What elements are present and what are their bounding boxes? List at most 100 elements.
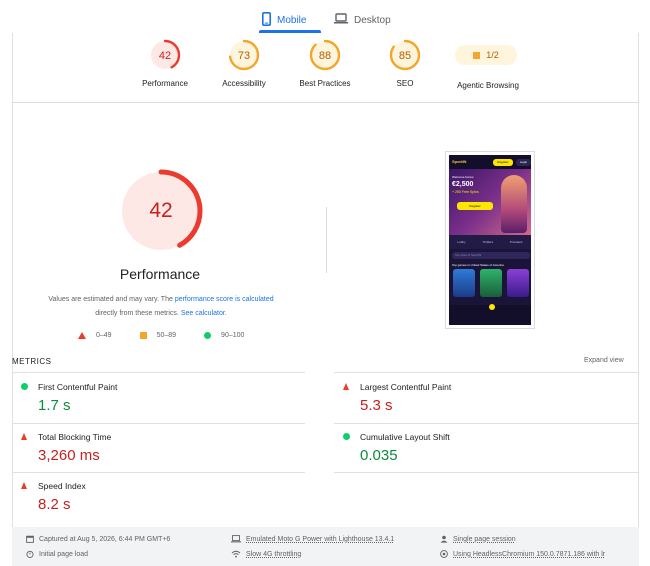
legend-good: 90–100 — [204, 332, 244, 339]
session-type[interactable]: Single page session — [440, 535, 516, 543]
game-tile — [480, 269, 502, 297]
metric-rule — [334, 423, 639, 424]
page-screenshot: SportIN Register Login Welcome bonus €2,… — [445, 151, 535, 329]
tab-mobile[interactable]: Mobile — [262, 8, 306, 32]
agentic-browsing-badge[interactable]: 1/2 — [455, 45, 517, 65]
gauge-ring: 88 — [309, 39, 341, 71]
site-register-button: Register — [493, 159, 513, 166]
calendar-icon — [26, 535, 34, 543]
runtime-settings: Captured at Aug 5, 2026, 6:44 PM GMT+6 I… — [12, 527, 639, 566]
triangle-icon — [78, 332, 86, 339]
gauge-label: SEO — [396, 79, 414, 88]
metric-value: 5.3 s — [360, 397, 393, 414]
score-gauge-best-practices[interactable]: 88 Best Practices — [290, 38, 360, 88]
site-fab — [489, 304, 495, 310]
chrome-icon — [440, 550, 448, 558]
site-hero: Welcome bonus €2,500 + 250 Free Spins Re… — [449, 169, 531, 235]
note-text: Values are estimated and may vary. The — [48, 296, 175, 303]
performance-gauge-svg: 42 — [119, 169, 203, 253]
calculator-link[interactable]: See calculator. — [181, 310, 227, 317]
site-search: Top slots of SportIN — [452, 252, 530, 259]
metrics-heading: METRICS — [12, 357, 52, 366]
metric-name: Cumulative Layout Shift — [360, 432, 450, 442]
metric-name: Speed Index — [38, 481, 86, 491]
site-category: Thrillers — [482, 240, 494, 244]
site-category: Lobby — [457, 240, 466, 244]
gauge-score: 73 — [238, 50, 250, 62]
smartphone-icon — [262, 11, 272, 29]
expand-view-toggle[interactable]: Expand view — [584, 357, 624, 364]
game-tile — [453, 269, 475, 297]
site-subtitle: Top games in United States of America — [452, 263, 504, 267]
site-login-button: Login — [516, 159, 531, 166]
metric-rule — [334, 472, 639, 473]
gauge-ring: 85 — [389, 39, 421, 71]
legend-average-label: 50–89 — [156, 332, 177, 339]
pass-circle-icon — [343, 433, 350, 440]
laptop-icon — [334, 13, 348, 27]
circle-icon — [204, 332, 212, 339]
captured-text: Captured at Aug 5, 2026, 6:44 PM GMT+6 — [39, 535, 171, 543]
metric-rule — [12, 472, 305, 473]
gauge-score: 42 — [159, 50, 171, 62]
timer-icon — [26, 550, 34, 558]
hero-figure — [501, 175, 527, 233]
page-load-type: Initial page load — [26, 550, 88, 558]
agentic-label: Agentic Browsing — [457, 81, 519, 90]
tab-mobile-label: Mobile — [277, 14, 307, 26]
emulated-device[interactable]: Emulated Moto G Power with Lighthouse 13… — [231, 535, 394, 543]
legend-good-label: 90–100 — [221, 332, 245, 339]
pass-circle-icon — [21, 383, 28, 390]
device-tabs: Mobile Desktop — [0, 0, 650, 33]
average-square-icon — [473, 51, 481, 59]
tab-desktop[interactable]: Desktop — [334, 8, 391, 32]
network-throttling[interactable]: Slow 4G throttling — [231, 550, 301, 558]
performance-title: Performance — [119, 266, 201, 282]
metric-value: 3,260 ms — [38, 447, 100, 464]
summary-divider — [12, 102, 639, 103]
legend-poor-label: 0–49 — [96, 332, 112, 339]
metric-rule — [12, 372, 305, 373]
session-text: Single page session — [453, 535, 516, 543]
metric-value: 8.2 s — [38, 496, 71, 513]
gauge-ring: 73 — [228, 39, 260, 71]
fail-triangle-icon — [21, 482, 27, 489]
device-text: Emulated Moto G Power with Lighthouse 13… — [246, 535, 395, 543]
metric-value: 1.7 s — [38, 397, 71, 414]
gauge-label: Performance — [142, 79, 188, 88]
performance-note: Values are estimated and may vary. The p… — [30, 293, 292, 321]
metric-name: Largest Contentful Paint — [360, 382, 452, 392]
screenshot-screen: SportIN Register Login Welcome bonus €2,… — [449, 155, 531, 325]
fail-triangle-icon — [21, 433, 27, 440]
score-gauge-accessibility[interactable]: 73 Accessibility — [209, 38, 279, 88]
metric-value: 0.035 — [360, 447, 398, 464]
score-legend: 0–49 50–89 90–100 — [78, 332, 272, 339]
browser-info[interactable]: Using HeadlessChromium 150.0.7871.186 wi… — [440, 550, 605, 558]
site-categories: Lobby Thrillers Providers — [449, 235, 531, 249]
hero-amount: €2,500 — [452, 181, 474, 188]
score-gauge-seo[interactable]: 85 SEO — [370, 38, 440, 88]
vertical-separator — [326, 207, 327, 273]
device-icon — [231, 535, 241, 543]
user-icon — [440, 535, 448, 543]
metric-rule — [12, 423, 305, 424]
game-tile — [507, 269, 529, 297]
performance-gauge-large: 42 — [117, 167, 205, 260]
score-calc-link[interactable]: performance score is calculated — [175, 296, 274, 303]
metric-name: Total Blocking Time — [38, 432, 112, 442]
hero-spins: + 250 Free Spins — [452, 190, 479, 194]
hero-text-small: Welcome bonus — [452, 175, 474, 179]
legend-poor: 0–49 — [78, 332, 112, 339]
fail-triangle-icon — [343, 383, 349, 390]
legend-average: 50–89 — [139, 332, 177, 339]
performance-score-large: 42 — [149, 199, 172, 222]
gauge-label: Accessibility — [222, 79, 266, 88]
load-text: Initial page load — [39, 550, 89, 558]
captured-at: Captured at Aug 5, 2026, 6:44 PM GMT+6 — [26, 535, 170, 543]
site-category: Providers — [509, 240, 523, 244]
score-gauge-performance[interactable]: 42 Performance — [130, 38, 200, 88]
gauge-ring: 42 — [149, 39, 181, 71]
wifi-icon — [231, 550, 241, 558]
square-icon — [139, 332, 147, 339]
browser-text: Using HeadlessChromium 150.0.7871.186 wi… — [453, 550, 606, 558]
